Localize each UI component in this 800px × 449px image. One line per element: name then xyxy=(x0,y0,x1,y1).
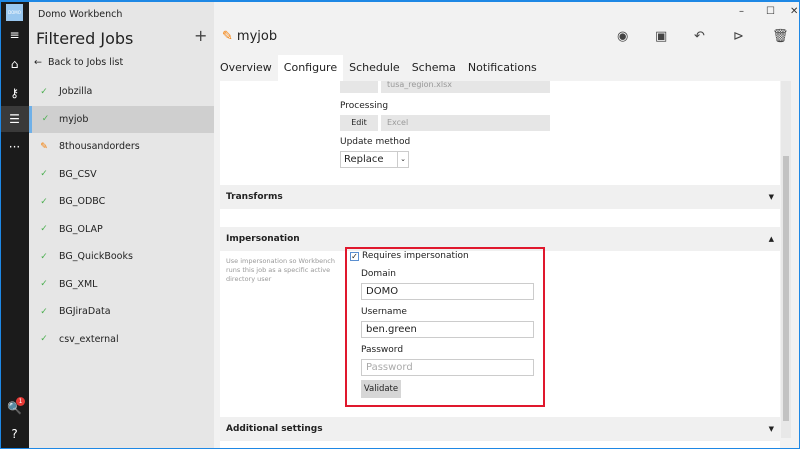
transforms-title: Transforms xyxy=(226,192,283,202)
username-input[interactable]: ben.green xyxy=(361,321,534,338)
back-to-jobs-link[interactable]: ← Back to Jobs list xyxy=(34,57,123,68)
caret-down-icon: ▼ xyxy=(768,425,774,433)
impersonation-help: Use impersonation so Workbench runs this… xyxy=(226,257,335,283)
more-icon[interactable]: ··· xyxy=(0,134,29,160)
job-list-item[interactable]: ✓ BGJiraData xyxy=(29,298,214,325)
processing-label: Processing xyxy=(340,101,389,111)
notification-badge: 1 xyxy=(16,397,25,406)
scrollbar[interactable] xyxy=(781,81,791,438)
pencil-icon: ✎ xyxy=(222,29,233,44)
job-list-item[interactable]: ✎ 8thousandorders xyxy=(29,133,214,160)
run-icon[interactable]: ⊳ xyxy=(733,29,744,44)
update-method-label: Update method xyxy=(340,137,411,147)
nav-rail: DOMO ≡ ⌂ ⚷ ☰ ··· 🔍 1 ? xyxy=(0,0,29,449)
tab-notifications[interactable]: Notifications xyxy=(462,55,543,81)
check-icon: ✓ xyxy=(40,279,48,289)
tab-schema[interactable]: Schema xyxy=(406,55,462,81)
transforms-section[interactable]: Transforms ▼ xyxy=(220,185,780,209)
job-name: BG_OLAP xyxy=(59,223,103,235)
check-icon: ✓ xyxy=(41,114,50,124)
add-job-button[interactable]: + xyxy=(194,26,207,45)
main-panel: – ☐ ✕ ✎ myjob ◉ ▣ ↶ ⊳ 🗑 Overview Configur… xyxy=(214,0,800,449)
undo-icon[interactable]: ↶ xyxy=(694,29,705,44)
password-label: Password xyxy=(361,345,404,355)
job-list-item[interactable]: ✓ BG_QuickBooks xyxy=(29,243,214,270)
job-name: BG_QuickBooks xyxy=(59,251,133,262)
preview-eye-icon[interactable]: ◉ xyxy=(617,29,628,44)
source-file-field: tusa_region.xlsx xyxy=(381,81,550,93)
save-icon[interactable]: ▣ xyxy=(655,29,667,44)
menu-icon[interactable]: ≡ xyxy=(0,22,29,48)
job-name: Jobzilla xyxy=(59,86,93,97)
tab-schedule[interactable]: Schedule xyxy=(343,55,406,81)
help-icon[interactable]: ? xyxy=(0,421,29,447)
domo-logo: DOMO xyxy=(6,4,23,21)
configure-content: tusa_region.xlsx Processing Edit Excel U… xyxy=(220,81,780,449)
update-method-select[interactable]: Replace ⌄ xyxy=(340,151,409,168)
processing-field: Excel xyxy=(381,115,550,131)
processing-edit-button[interactable]: Edit xyxy=(340,115,378,131)
sidebar: Domo Workbench Filtered Jobs + ← Back to … xyxy=(29,0,214,449)
source-edit-button[interactable] xyxy=(340,81,378,93)
tab-configure[interactable]: Configure xyxy=(277,55,344,81)
caret-down-icon: ▼ xyxy=(768,193,774,201)
impersonation-title: Impersonation xyxy=(226,234,300,244)
key-icon[interactable]: ⚷ xyxy=(0,80,29,106)
job-list-item[interactable]: ✓ BG_ODBC xyxy=(29,188,214,215)
job-name: csv_external xyxy=(59,333,119,345)
tab-overview[interactable]: Overview xyxy=(214,55,278,81)
check-icon: ✓ xyxy=(40,86,48,97)
chevron-down-icon: ⌄ xyxy=(397,152,408,167)
job-list-item[interactable]: ✓ BG_OLAP xyxy=(29,216,214,243)
pencil-icon: ✎ xyxy=(40,141,48,152)
additional-settings-title: Additional settings xyxy=(226,424,323,434)
app-title: Domo Workbench xyxy=(38,9,123,20)
minimize-button[interactable]: – xyxy=(739,6,744,17)
check-icon: ✓ xyxy=(40,334,48,344)
password-input[interactable]: Password xyxy=(361,359,534,376)
job-name: BGJiraData xyxy=(59,306,111,317)
domain-label: Domain xyxy=(361,269,396,279)
requires-label: Requires impersonation xyxy=(362,251,469,261)
scrollbar-thumb[interactable] xyxy=(783,156,789,421)
job-name: BG_ODBC xyxy=(59,196,106,207)
validate-button[interactable]: Validate xyxy=(361,380,401,398)
domain-input[interactable]: DOMO xyxy=(361,283,534,300)
check-icon: ✓ xyxy=(40,251,48,262)
tab-bar: Overview Configure Schedule Schema Notif… xyxy=(214,55,543,81)
sidebar-title: Filtered Jobs xyxy=(36,29,134,48)
checkbox-checked-icon: ✓ xyxy=(350,251,359,261)
job-list-item[interactable]: ✓ Jobzilla xyxy=(29,78,214,105)
check-icon: ✓ xyxy=(40,306,48,317)
requires-impersonation-checkbox[interactable]: ✓ Requires impersonation xyxy=(350,251,469,261)
job-list-item[interactable]: ✓ BG_XML xyxy=(29,271,214,298)
check-icon: ✓ xyxy=(40,169,48,179)
job-name: 8thousandorders xyxy=(59,141,140,152)
job-name: BG_CSV xyxy=(59,168,97,180)
job-list-item[interactable]: ✓ BG_CSV xyxy=(29,161,214,188)
additional-settings-section[interactable]: Additional settings ▼ xyxy=(220,417,780,441)
job-list-item[interactable]: ✓ myjob xyxy=(29,105,214,133)
arrow-left-icon: ← xyxy=(34,57,42,68)
caret-up-icon: ▲ xyxy=(768,235,774,243)
username-label: Username xyxy=(361,307,407,317)
delete-icon[interactable]: 🗑 xyxy=(772,29,789,44)
close-button[interactable]: ✕ xyxy=(790,6,798,17)
job-name: myjob xyxy=(59,113,89,125)
maximize-button[interactable]: ☐ xyxy=(766,6,775,17)
database-icon[interactable]: ☰ xyxy=(0,106,29,132)
back-label: Back to Jobs list xyxy=(47,57,124,68)
check-icon: ✓ xyxy=(40,224,48,234)
job-list-item[interactable]: ✓ csv_external xyxy=(29,326,214,353)
home-icon[interactable]: ⌂ xyxy=(0,51,29,77)
job-name: myjob xyxy=(236,29,278,44)
update-method-value: Replace xyxy=(344,154,384,165)
job-name: BG_XML xyxy=(59,278,98,290)
job-title: ✎ myjob xyxy=(222,29,277,44)
check-icon: ✓ xyxy=(40,196,48,207)
search-logs-icon[interactable]: 🔍 1 xyxy=(0,395,29,421)
